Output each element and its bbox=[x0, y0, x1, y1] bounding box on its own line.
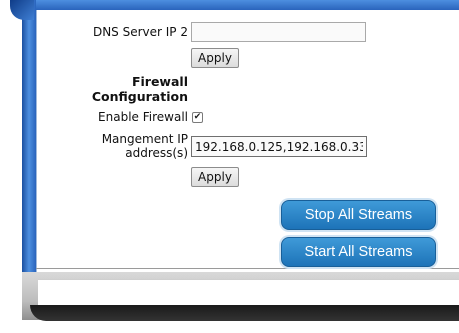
panel-divider bbox=[36, 268, 459, 269]
firewall-apply-button[interactable]: Apply bbox=[191, 167, 239, 187]
dns2-label: DNS Server IP 2 bbox=[92, 25, 188, 39]
mgmt-ip-label: Mangement IP bbox=[101, 132, 188, 146]
mgmt-ip-field[interactable] bbox=[191, 136, 367, 157]
firewall-title: Firewall bbox=[131, 74, 188, 89]
bottom-strip bbox=[38, 279, 459, 308]
mgmt-ip-label-line2: address(s) bbox=[125, 146, 188, 160]
enable-firewall-checkbox[interactable]: ✔ bbox=[192, 112, 203, 123]
bottom-shadow bbox=[30, 305, 459, 321]
start-all-streams-button[interactable]: Start All Streams bbox=[281, 237, 436, 267]
frame-top-border bbox=[22, 0, 459, 10]
network-apply-button[interactable]: Apply bbox=[191, 48, 239, 68]
stop-all-streams-button[interactable]: Stop All Streams bbox=[281, 200, 436, 230]
enable-firewall-label: Enable Firewall bbox=[98, 110, 188, 124]
dns2-field[interactable] bbox=[191, 22, 366, 42]
frame-left-border bbox=[22, 0, 36, 300]
firewall-title-line2: Configuration bbox=[91, 89, 188, 104]
